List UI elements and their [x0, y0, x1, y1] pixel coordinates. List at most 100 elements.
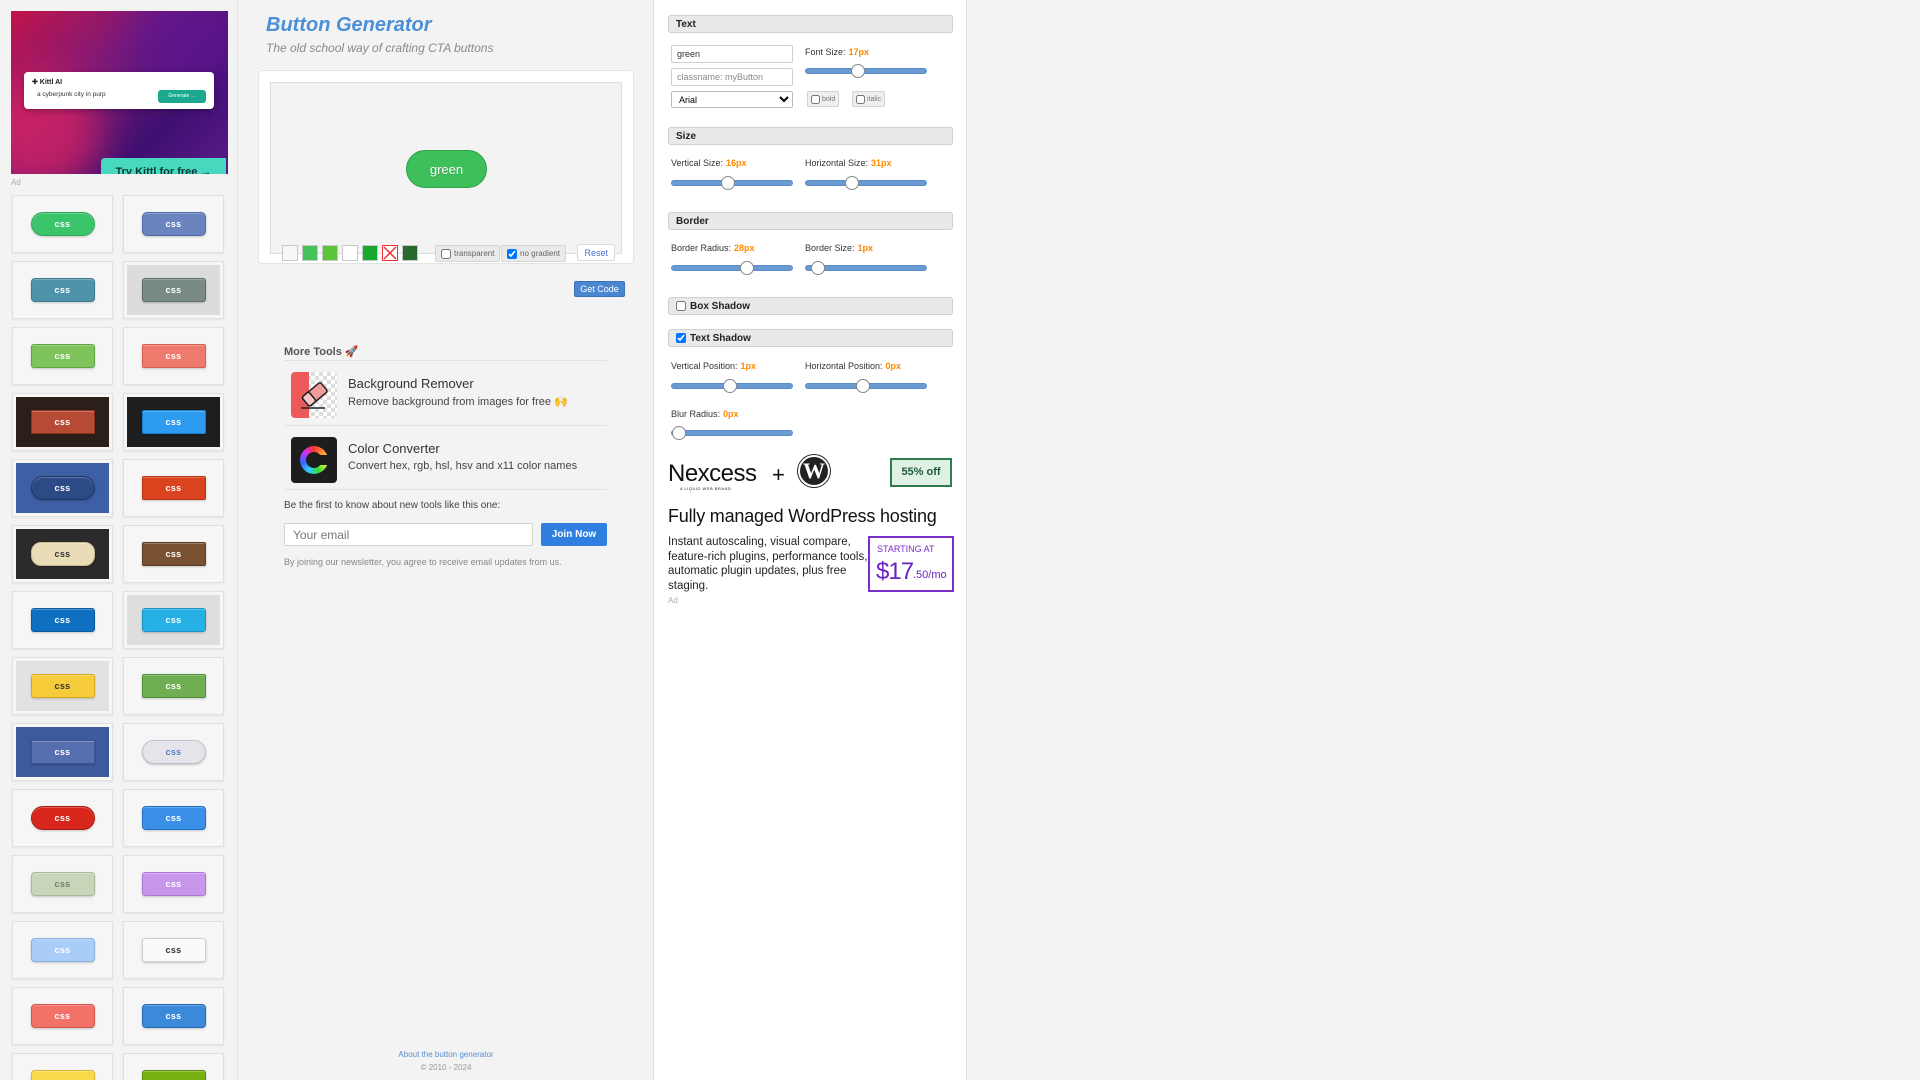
gallery-tile[interactable]: css [12, 921, 113, 979]
bold-checkbox[interactable] [811, 94, 820, 104]
color-swatch[interactable] [282, 245, 298, 261]
sample-button[interactable]: css [30, 212, 95, 236]
slider-knob[interactable] [851, 64, 865, 78]
color-swatch[interactable] [362, 245, 378, 261]
gallery-tile[interactable]: css [12, 1053, 113, 1080]
slider-knob[interactable] [811, 261, 825, 275]
sample-button[interactable]: css [30, 674, 95, 698]
ad-cta-button[interactable]: Try Kittl for free → [101, 158, 226, 174]
color-swatch[interactable] [342, 245, 358, 261]
gallery-tile[interactable]: css [12, 261, 113, 319]
sample-button[interactable]: css [141, 608, 206, 632]
email-field[interactable] [284, 523, 533, 546]
button-text-field[interactable] [671, 45, 793, 63]
sample-button[interactable]: css [141, 1004, 206, 1028]
sample-button[interactable]: css [141, 806, 206, 830]
transparent-toggle[interactable]: transparent [435, 245, 501, 262]
gallery-tile[interactable]: css [12, 789, 113, 847]
border-size-slider[interactable] [805, 261, 927, 275]
sample-button[interactable]: css [141, 674, 206, 698]
font-size-slider[interactable] [805, 64, 927, 78]
horizontal-size-slider[interactable] [805, 176, 927, 190]
sample-button[interactable]: css [30, 410, 95, 434]
sample-button[interactable]: css [141, 278, 206, 302]
sample-button[interactable]: css [30, 872, 95, 896]
tool-color-converter[interactable]: Color Converter Convert hex, rgb, hsl, h… [284, 425, 607, 489]
join-now-button[interactable]: Join Now [541, 523, 607, 546]
bold-toggle[interactable]: bold [807, 91, 840, 107]
gallery-tile[interactable]: css [123, 1053, 224, 1080]
classname-field[interactable] [671, 68, 793, 86]
sample-button[interactable]: css [141, 542, 206, 566]
gallery-tile[interactable]: css [12, 591, 113, 649]
gallery-tile[interactable]: css [12, 855, 113, 913]
no-color-swatch[interactable] [382, 245, 398, 261]
sample-button[interactable]: css [141, 872, 206, 896]
text-shadow-checkbox[interactable] [676, 333, 686, 343]
gallery-tile[interactable]: css [123, 327, 224, 385]
sample-button[interactable]: css [30, 1004, 95, 1028]
italic-toggle[interactable]: italic [852, 91, 886, 107]
sample-button[interactable]: css [30, 476, 95, 500]
gallery-tile[interactable]: css [123, 855, 224, 913]
about-link[interactable]: About the button generator [239, 1050, 653, 1059]
gallery-tile[interactable]: css [12, 195, 113, 253]
section-text-shadow-header[interactable]: Text Shadow [668, 329, 953, 347]
box-shadow-checkbox[interactable] [676, 301, 686, 311]
slider-knob[interactable] [723, 379, 737, 393]
sample-button[interactable]: css [30, 740, 95, 764]
preview-button[interactable]: green [406, 150, 487, 188]
kittl-ad[interactable]: ✚ Kittl AI a cyberpunk city in purp Gene… [11, 11, 228, 174]
color-swatch[interactable] [302, 245, 318, 261]
sample-button[interactable]: css [141, 938, 206, 962]
gallery-tile[interactable]: css [123, 195, 224, 253]
get-code-button[interactable]: Get Code [574, 281, 625, 297]
sample-button[interactable]: css [30, 344, 95, 368]
gallery-tile[interactable]: css [123, 789, 224, 847]
gallery-tile[interactable]: css [12, 459, 113, 517]
sample-button[interactable]: css [30, 542, 95, 566]
no-gradient-checkbox[interactable] [507, 248, 517, 259]
nexcess-ad[interactable]: Nexcess A LIQUID WEB BRAND + W 55% off F… [668, 453, 959, 608]
transparent-checkbox[interactable] [441, 248, 451, 259]
sample-button[interactable]: css [30, 608, 95, 632]
border-radius-slider[interactable] [671, 261, 793, 275]
blur-radius-slider[interactable] [671, 426, 793, 440]
gallery-tile[interactable]: css [123, 987, 224, 1045]
gallery-tile[interactable]: css [12, 987, 113, 1045]
slider-knob[interactable] [740, 261, 754, 275]
slider-knob[interactable] [721, 176, 735, 190]
vertical-size-slider[interactable] [671, 176, 793, 190]
sample-button[interactable]: css [30, 1070, 95, 1080]
gallery-tile[interactable]: css [123, 591, 224, 649]
sample-button[interactable]: css [141, 212, 206, 236]
ad-generate-button[interactable]: Generate → [158, 90, 206, 103]
gallery-tile[interactable]: css [123, 657, 224, 715]
gallery-tile[interactable]: css [123, 261, 224, 319]
tool-background-remover[interactable]: Background Remover Remove background fro… [284, 360, 607, 424]
color-swatch[interactable] [322, 245, 338, 261]
gallery-tile[interactable]: css [12, 393, 113, 451]
sample-button[interactable]: css [141, 740, 206, 764]
sample-button[interactable]: css [141, 476, 206, 500]
font-family-select[interactable]: Arial [671, 91, 793, 108]
slider-knob[interactable] [845, 176, 859, 190]
sample-button[interactable]: css [30, 806, 95, 830]
gallery-tile[interactable]: css [123, 525, 224, 583]
gallery-tile[interactable]: css [12, 525, 113, 583]
gallery-tile[interactable]: css [123, 393, 224, 451]
vertical-position-slider[interactable] [671, 379, 793, 393]
slider-knob[interactable] [856, 379, 870, 393]
italic-checkbox[interactable] [856, 94, 865, 104]
no-gradient-toggle[interactable]: no gradient [501, 245, 567, 262]
sample-button[interactable]: css [141, 1070, 206, 1080]
section-box-shadow-header[interactable]: Box Shadow [668, 297, 953, 315]
sample-button[interactable]: css [30, 278, 95, 302]
color-swatch[interactable] [402, 245, 418, 261]
gallery-tile[interactable]: css [123, 459, 224, 517]
sample-button[interactable]: css [30, 938, 95, 962]
gallery-tile[interactable]: css [123, 921, 224, 979]
horizontal-position-slider[interactable] [805, 379, 927, 393]
slider-knob[interactable] [672, 426, 686, 440]
sample-button[interactable]: css [141, 344, 206, 368]
